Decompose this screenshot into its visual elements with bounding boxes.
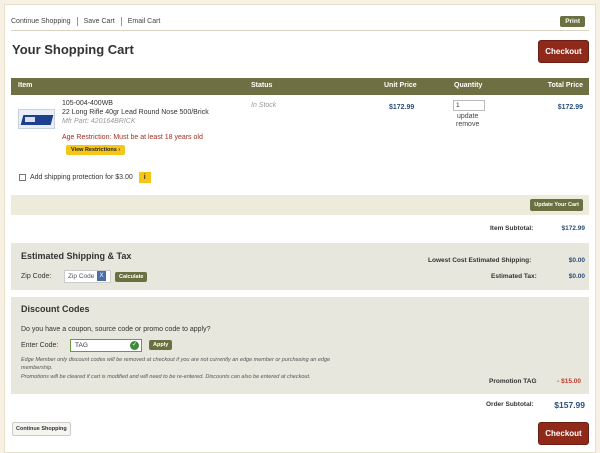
age-restriction: Age Restriction: Must be at least 18 yea… (62, 134, 203, 141)
shipping-title: Estimated Shipping & Tax (21, 251, 132, 261)
clear-icon[interactable]: X (97, 271, 106, 281)
continue-shopping-button[interactable]: Continue Shopping (12, 422, 71, 436)
promotion-note: Promotions will be cleared if cart is mo… (21, 374, 311, 380)
stock-status: In Stock (251, 102, 277, 109)
promotion-label: Promotion TAG (489, 378, 537, 385)
lowest-shipping-value: $0.00 (568, 257, 585, 264)
page-title: Your Shopping Cart (12, 42, 134, 57)
shipping-section: Estimated Shipping & Tax Zip Code: Zip C… (11, 243, 589, 290)
email-cart-link[interactable]: Email Cart (122, 17, 167, 26)
divider (11, 30, 589, 31)
header-quantity: Quantity (454, 82, 483, 89)
discount-section: Discount Codes Do you have a coupon, sou… (11, 297, 589, 394)
checkout-button-top[interactable]: Checkout (538, 40, 589, 63)
estimated-tax-value: $0.00 (568, 273, 585, 280)
edge-member-note: Edge Member only discount codes will be … (21, 357, 331, 371)
promotion-value: - $15.00 (557, 378, 581, 385)
quantity-input[interactable]: 1 (453, 100, 485, 111)
mfr-part: Mfr Part: 420164BRICK (62, 118, 136, 125)
print-button[interactable]: Print (560, 16, 585, 27)
product-image[interactable] (18, 109, 55, 129)
shipping-protection: Add shipping protection for $3.00 i (19, 172, 151, 183)
cart-page: Continue Shopping Save Cart Email Cart P… (4, 4, 596, 453)
update-link[interactable]: update (456, 113, 479, 121)
shipping-protection-label: Add shipping protection for $3.00 (30, 174, 133, 181)
calculate-button[interactable]: Calculate (115, 272, 148, 282)
cart-item-row: 105-004-400WB 22 Long Rifle 40gr Lead Ro… (11, 95, 589, 200)
header-status: Status (251, 82, 273, 89)
view-restrictions-button[interactable]: View Restrictions › (66, 145, 126, 155)
discount-question: Do you have a coupon, source code or pro… (21, 326, 211, 333)
unit-price: $172.99 (389, 104, 415, 111)
info-icon[interactable]: i (138, 172, 151, 183)
lowest-shipping-label: Lowest Cost Estimated Shipping: (428, 257, 532, 264)
cart-table-header: Item Status Unit Price Quantity Total Pr… (11, 78, 589, 95)
update-cart-button[interactable]: Update Your Cart (530, 199, 583, 211)
apply-button[interactable]: Apply (149, 340, 173, 350)
shipping-protection-checkbox[interactable] (19, 174, 26, 181)
check-icon: ✓ (130, 341, 139, 350)
total-price: $172.99 (557, 104, 583, 111)
product-name[interactable]: 22 Long Rifle 40gr Lead Round Nose 500/B… (62, 109, 209, 116)
top-links-bar: Continue Shopping Save Cart Email Cart (11, 14, 166, 28)
checkout-button-bottom[interactable]: Checkout (538, 422, 589, 445)
continue-shopping-link[interactable]: Continue Shopping (11, 16, 78, 26)
order-subtotal-value: $157.99 (554, 400, 585, 410)
estimated-tax-label: Estimated Tax: (491, 273, 537, 280)
header-unit-price: Unit Price (384, 82, 417, 89)
update-cart-bar: Update Your Cart (11, 195, 589, 215)
discount-title: Discount Codes (21, 304, 90, 314)
header-item: Item (18, 82, 33, 89)
header-total-price: Total Price (547, 82, 583, 89)
save-cart-link[interactable]: Save Cart (78, 16, 122, 26)
item-actions: update remove (456, 113, 479, 129)
ammo-box-label (25, 117, 35, 122)
product-sku[interactable]: 105-004-400WB (62, 100, 113, 107)
zip-label: Zip Code: (21, 273, 52, 280)
code-label: Enter Code: (21, 342, 59, 349)
order-subtotal-label: Order Subtotal: (486, 401, 534, 408)
remove-link[interactable]: remove (456, 121, 479, 129)
item-subtotal-value: $172.99 (561, 225, 586, 232)
item-subtotal-label: Item Subtotal: (490, 225, 534, 232)
